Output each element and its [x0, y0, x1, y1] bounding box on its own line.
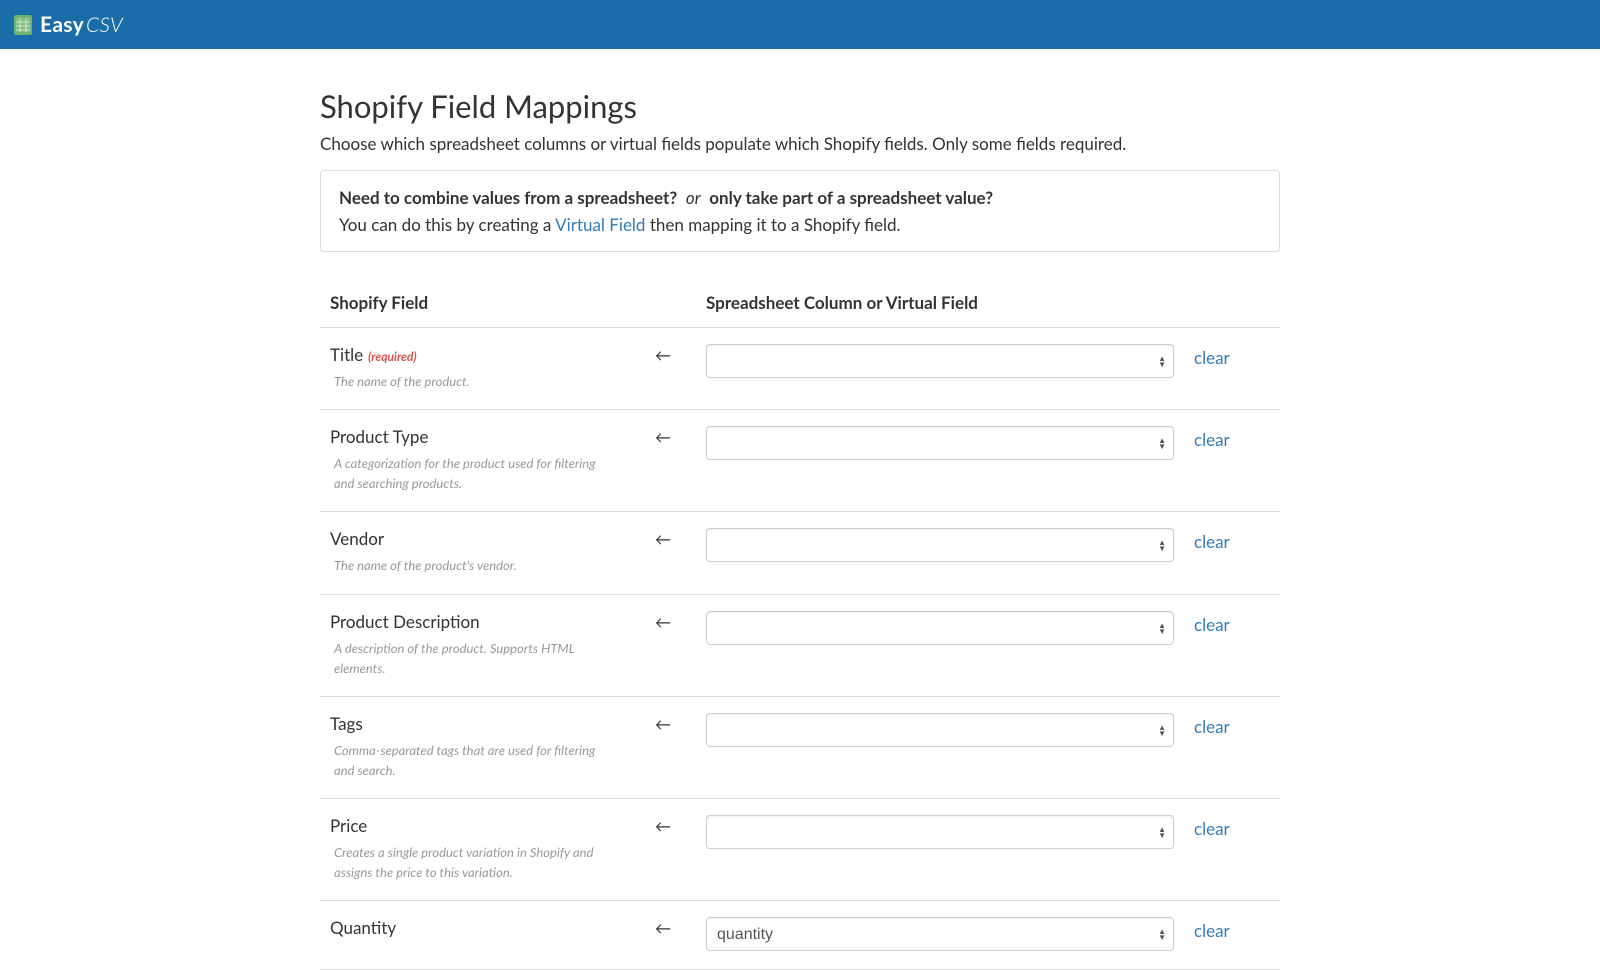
field-label: Price — [330, 815, 620, 836]
select-cell: ▲▼ — [706, 815, 1174, 849]
mapping-row: Product Type A categorization for the pro… — [320, 410, 1280, 512]
arrow-left-icon: ← — [620, 815, 706, 836]
mapping-table-header: Shopify Field Spreadsheet Column or Virt… — [320, 282, 1280, 327]
field-help: The name of the product. — [330, 371, 610, 391]
virtual-field-link[interactable]: Virtual Field — [555, 214, 645, 235]
select-cell: ▲▼ — [706, 713, 1174, 747]
field-help: The name of the product's vendor. — [330, 555, 610, 575]
arrow-left-icon: ← — [620, 344, 706, 365]
column-select[interactable] — [706, 528, 1174, 562]
clear-cell: clear — [1174, 713, 1270, 737]
spreadsheet-icon — [14, 15, 32, 35]
select-cell: ▲▼ — [706, 426, 1174, 460]
page-description: Choose which spreadsheet columns or virt… — [320, 133, 1280, 154]
mapping-row: Tags Comma-separated tags that are used f… — [320, 697, 1280, 799]
field-cell: Price Creates a single product variation … — [320, 815, 620, 882]
arrow-left-icon: ← — [620, 528, 706, 549]
mapping-table-body: Title(required) The name of the product. ←… — [320, 327, 1280, 970]
field-cell: Vendor The name of the product's vendor. — [320, 528, 620, 575]
column-select[interactable] — [706, 815, 1174, 849]
arrow-left-icon: ← — [620, 713, 706, 734]
clear-link[interactable]: clear — [1194, 713, 1230, 737]
field-cell: Title(required) The name of the product. — [320, 344, 620, 391]
field-help: Comma-separated tags that are used for f… — [330, 740, 610, 780]
clear-link[interactable]: clear — [1194, 611, 1230, 635]
field-cell: Product Type A categorization for the pro… — [320, 426, 620, 493]
clear-link[interactable]: clear — [1194, 528, 1230, 552]
mapping-row: Price Creates a single product variation … — [320, 799, 1280, 901]
clear-link[interactable]: clear — [1194, 426, 1230, 450]
brand-logo[interactable]: EasyCSV — [14, 12, 123, 37]
column-select[interactable] — [706, 426, 1174, 460]
clear-link[interactable]: clear — [1194, 344, 1230, 368]
info-tip: You can do this by creating a Virtual Fi… — [339, 214, 1261, 235]
app-header: EasyCSV — [0, 0, 1600, 49]
select-cell: quantity▲▼ — [706, 917, 1174, 951]
column-select[interactable] — [706, 611, 1174, 645]
field-label: Product Type — [330, 426, 620, 447]
field-label: Quantity — [330, 917, 620, 938]
mapping-row: Product Description A description of the … — [320, 595, 1280, 697]
header-shopify-field: Shopify Field — [320, 292, 620, 313]
clear-link[interactable]: clear — [1194, 815, 1230, 839]
select-cell: ▲▼ — [706, 528, 1174, 562]
main-container: Shopify Field Mappings Choose which spre… — [300, 87, 1300, 970]
required-tag: (required) — [368, 349, 416, 364]
select-cell: ▲▼ — [706, 344, 1174, 378]
clear-cell: clear — [1174, 344, 1270, 368]
field-help: A categorization for the product used fo… — [330, 453, 610, 493]
column-select[interactable] — [706, 713, 1174, 747]
field-help: A description of the product. Supports H… — [330, 638, 610, 678]
clear-cell: clear — [1174, 917, 1270, 941]
field-label: Title(required) — [330, 344, 620, 365]
mapping-row: Title(required) The name of the product. ←… — [320, 328, 1280, 410]
info-question: Need to combine values from a spreadshee… — [339, 187, 1261, 208]
clear-cell: clear — [1174, 528, 1270, 552]
clear-link[interactable]: clear — [1194, 917, 1230, 941]
field-label: Product Description — [330, 611, 620, 632]
arrow-left-icon: ← — [620, 917, 706, 938]
page-title: Shopify Field Mappings — [320, 87, 1280, 125]
column-select[interactable]: quantity — [706, 917, 1174, 951]
column-select[interactable] — [706, 344, 1174, 378]
mapping-row: Quantity←quantity▲▼ clear — [320, 901, 1280, 970]
field-cell: Product Description A description of the … — [320, 611, 620, 678]
arrow-left-icon: ← — [620, 611, 706, 632]
arrow-left-icon: ← — [620, 426, 706, 447]
header-spreadsheet-column: Spreadsheet Column or Virtual Field — [706, 292, 1174, 313]
brand-name: EasyCSV — [40, 12, 123, 37]
mapping-row: Vendor The name of the product's vendor. ←… — [320, 512, 1280, 594]
clear-cell: clear — [1174, 815, 1270, 839]
field-label: Tags — [330, 713, 620, 734]
field-cell: Tags Comma-separated tags that are used f… — [320, 713, 620, 780]
field-label: Vendor — [330, 528, 620, 549]
clear-cell: clear — [1174, 611, 1270, 635]
field-cell: Quantity — [320, 917, 620, 938]
info-box: Need to combine values from a spreadshee… — [320, 170, 1280, 252]
field-help: Creates a single product variation in Sh… — [330, 842, 610, 882]
clear-cell: clear — [1174, 426, 1270, 450]
select-cell: ▲▼ — [706, 611, 1174, 645]
